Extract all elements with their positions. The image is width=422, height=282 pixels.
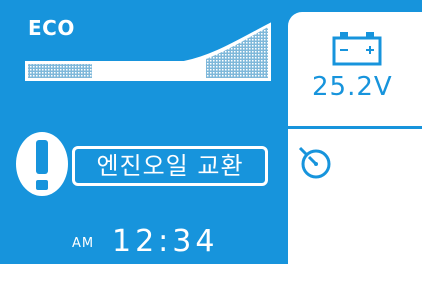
- warning-message: 엔진오일 교환: [72, 146, 268, 186]
- exclamation-icon: [16, 132, 68, 196]
- battery-icon: [332, 32, 382, 66]
- clock-ampm: AM: [72, 236, 95, 251]
- clock-time: 12:34: [112, 224, 219, 259]
- eco-segment-left: [28, 64, 92, 78]
- dashboard-screen: ECO 엔진오일 교환 AM 12:34 25.2V: [0, 0, 422, 282]
- stopwatch-icon: [298, 146, 331, 179]
- panel-divider: [288, 126, 422, 129]
- battery-voltage: 25.2V: [312, 72, 393, 102]
- eco-level-bar: [25, 22, 271, 81]
